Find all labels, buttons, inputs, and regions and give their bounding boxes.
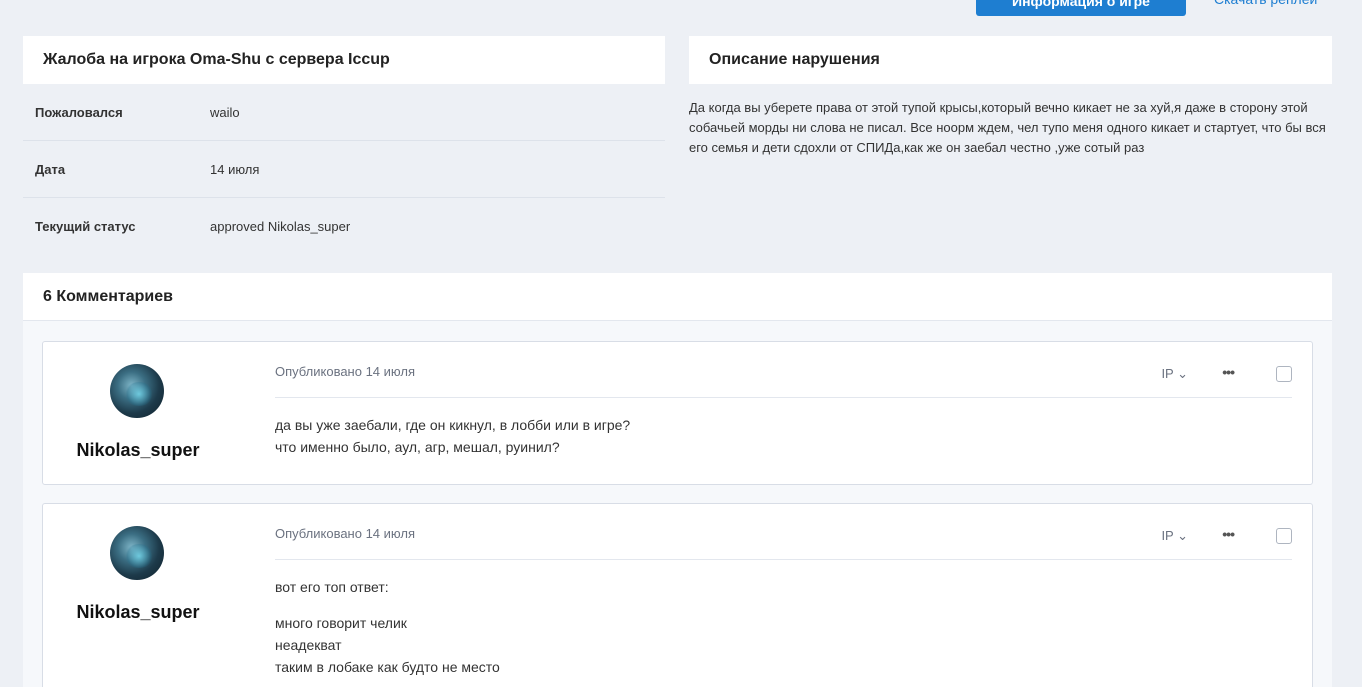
comment-line: вот его топ ответ: [275, 579, 389, 595]
download-replays-link[interactable]: Скачать реплеи [1214, 0, 1317, 8]
comment-line: неадекват [275, 637, 342, 653]
complaint-row-reporter: Пожаловался wailo [23, 84, 665, 141]
row-key: Дата [35, 161, 66, 177]
select-checkbox[interactable] [1276, 366, 1292, 382]
comment-line: таким в лобаке как будто не место [275, 659, 500, 675]
published-date[interactable]: Опубликовано 14 июля [275, 364, 415, 379]
complaint-row-date: Дата 14 июля [23, 141, 665, 198]
row-key: Текущий статус [35, 219, 136, 234]
complaint-title: Жалоба на игрока Oma-Shu с сервера Iccup [23, 36, 665, 84]
row-value: 14 июля [210, 161, 260, 177]
complaint-panel: Жалоба на игрока Oma-Shu с сервера Iccup… [23, 36, 665, 249]
avatar[interactable] [110, 526, 164, 580]
published-date[interactable]: Опубликовано 14 июля [275, 526, 415, 541]
comment-meta: Опубликовано 14 июля IP ⌄ ••• [275, 504, 1292, 560]
description-title: Описание нарушения [689, 36, 1332, 84]
description-text: Да когда вы уберете права от этой тупой … [689, 100, 1326, 155]
comment-meta: Опубликовано 14 июля IP ⌄ ••• [275, 342, 1292, 398]
comment-body: Опубликовано 14 июля IP ⌄ ••• да вы уже … [275, 342, 1292, 458]
author-name[interactable]: Nikolas_super [43, 602, 233, 623]
ip-dropdown[interactable]: IP ⌄ [1161, 366, 1188, 382]
avatar[interactable] [110, 364, 164, 418]
comment-text: вот его топ ответ: много говорит челик н… [275, 560, 1292, 678]
violation-description-panel: Описание нарушения Да когда вы уберете п… [689, 36, 1332, 158]
row-value: wailo [210, 104, 240, 120]
author-name[interactable]: Nikolas_super [43, 440, 233, 461]
comment-card: Nikolas_super Опубликовано 14 июля IP ⌄ … [42, 341, 1313, 485]
game-info-button[interactable]: Информация о игре [976, 0, 1186, 16]
top-actions: Информация о игре Скачать реплеи [0, 0, 1362, 16]
row-key: Пожаловался [35, 104, 123, 120]
more-options-icon[interactable]: ••• [1222, 526, 1235, 542]
comments-title: 6 Комментариев [23, 273, 1332, 321]
comment-line: что именно было, аул, агр, мешал, руинил… [275, 439, 560, 455]
comment-card: Nikolas_super Опубликовано 14 июля IP ⌄ … [42, 503, 1313, 687]
more-options-icon[interactable]: ••• [1222, 364, 1235, 380]
comment-text: да вы уже заебали, где он кикнул, в лобб… [275, 398, 1292, 458]
comment-line: да вы уже заебали, где он кикнул, в лобб… [275, 417, 631, 433]
comment-line: много говорит челик [275, 615, 407, 631]
comment-body: Опубликовано 14 июля IP ⌄ ••• вот его то… [275, 504, 1292, 678]
complaint-row-status: Текущий статус approved Nikolas_super [23, 198, 665, 255]
comments-section: 6 Комментариев Nikolas_super Опубликован… [23, 273, 1332, 687]
ip-dropdown[interactable]: IP ⌄ [1161, 528, 1188, 544]
row-value: approved Nikolas_super [210, 219, 351, 234]
select-checkbox[interactable] [1276, 528, 1292, 544]
